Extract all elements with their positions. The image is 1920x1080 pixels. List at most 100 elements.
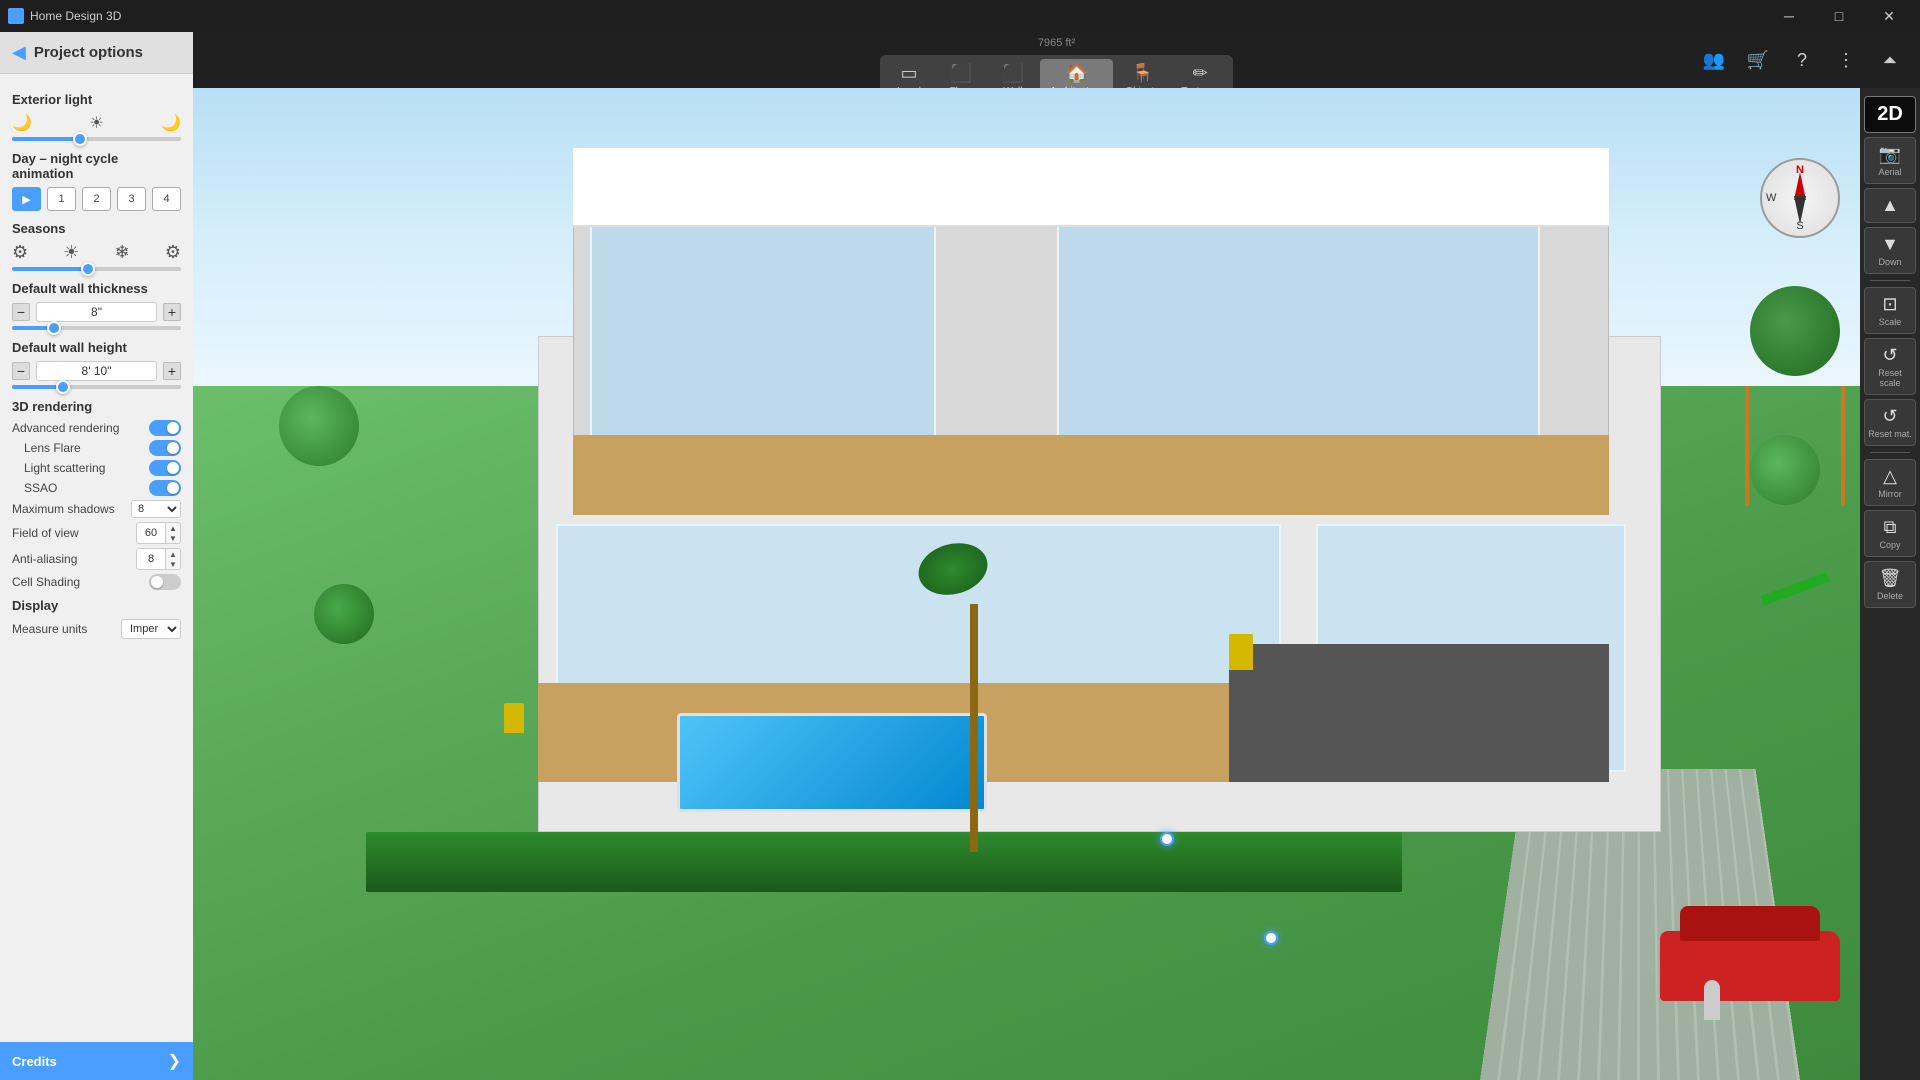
measure-units-select[interactable]: Imper Metric — [121, 619, 181, 639]
delete-icon: 🗑 — [1879, 568, 1902, 589]
car-roof — [1680, 906, 1820, 941]
wall-thickness-minus[interactable]: − — [12, 303, 30, 321]
cycle-btn-play[interactable]: ▶ — [12, 187, 41, 211]
2d-view-button[interactable]: 2D — [1864, 96, 1916, 133]
light-icons-row: 🌙 ☀ 🌙 — [12, 113, 181, 133]
right-tools-panel: 2D 📷 Aerial ▲ ▼ Down ⊡ Scale — [1860, 88, 1920, 1080]
moon-left-icon: 🌙 — [12, 113, 32, 133]
maximize-button[interactable]: □ — [1816, 0, 1862, 32]
credits-label: Credits — [12, 1054, 57, 1069]
credits-bar[interactable]: Credits ❯ — [0, 1042, 193, 1080]
cycle-btn-4[interactable]: 4 — [152, 187, 181, 211]
ssao-toggle[interactable] — [149, 480, 181, 496]
sidebar-content: Exterior light 🌙 ☀ 🌙 Day – night cycle a… — [0, 74, 193, 1042]
help-button[interactable]: ? — [1784, 42, 1820, 78]
advanced-rendering-toggle[interactable] — [149, 420, 181, 436]
glass-upper-left — [590, 217, 935, 455]
advanced-rendering-label: Advanced rendering — [12, 421, 119, 435]
cycle-btn-2[interactable]: 2 — [82, 187, 111, 211]
copy-button[interactable]: ⧉ Copy — [1864, 510, 1916, 557]
compass: N S W — [1760, 158, 1840, 238]
title-bar: Home Design 3D ─ □ ✕ — [0, 0, 1920, 32]
nav-dot-1[interactable] — [1160, 832, 1174, 846]
close-button[interactable]: ✕ — [1866, 0, 1912, 32]
lens-flare-toggle[interactable] — [149, 440, 181, 456]
wall-height-value: 8' 10" — [36, 361, 157, 381]
light-scattering-label: Light scattering — [24, 461, 105, 475]
nav-dot-2[interactable] — [1264, 931, 1278, 945]
exterior-light-label: Exterior light — [12, 92, 181, 107]
person-figure — [1704, 980, 1720, 1020]
title-bar-controls: ─ □ ✕ — [1766, 0, 1912, 32]
main-view: Multi-level garden 7965 ft² ▭ Level ⬛ Fl… — [193, 32, 1920, 1080]
fov-down[interactable]: ▼ — [166, 533, 180, 543]
garage-area — [1229, 644, 1609, 783]
viewport[interactable]: N S W 2D 📷 Aerial ▲ ▼ D — [193, 88, 1920, 1080]
wall-height-plus[interactable]: + — [163, 362, 181, 380]
objects-icon: 🪑 — [1131, 63, 1153, 84]
cycle-btn-1[interactable]: 1 — [47, 187, 76, 211]
camera-icon: 📷 — [1879, 144, 1901, 165]
credits-arrow-icon: ❯ — [168, 1051, 181, 1071]
advanced-rendering-row: Advanced rendering — [12, 420, 181, 436]
wall-thickness-slider[interactable] — [12, 326, 181, 330]
anti-aliasing-value: 8 — [137, 551, 165, 567]
deck-upper — [573, 435, 1609, 514]
cycle-btn-3[interactable]: 3 — [117, 187, 146, 211]
account-button[interactable]: ⏶ — [1872, 42, 1908, 78]
fov-up[interactable]: ▲ — [166, 523, 180, 533]
seasons-row: ⚙ ☀ ❄ ⚙ — [12, 242, 181, 263]
aa-down[interactable]: ▼ — [166, 559, 180, 569]
anti-aliasing-spinner: 8 ▲ ▼ — [136, 548, 181, 570]
back-button[interactable]: ◀ — [12, 42, 26, 63]
ssao-label: SSAO — [24, 481, 57, 495]
menu-button[interactable]: ⋮ — [1828, 42, 1864, 78]
people-button[interactable]: 👥 — [1696, 42, 1732, 78]
seasons-label: Seasons — [12, 221, 181, 236]
planter-left — [504, 703, 524, 733]
light-scattering-toggle[interactable] — [149, 460, 181, 476]
wall-thickness-plus[interactable]: + — [163, 303, 181, 321]
anti-aliasing-row: Anti-aliasing 8 ▲ ▼ — [12, 548, 181, 570]
tree-left-1 — [279, 386, 359, 466]
wall-thickness-row: − 8" + — [12, 302, 181, 322]
seasons-slider[interactable] — [12, 267, 181, 271]
aerial-button[interactable]: 📷 Aerial — [1864, 137, 1916, 184]
cart-button[interactable]: 🛒 — [1740, 42, 1776, 78]
app-logo — [8, 8, 24, 24]
hedge-row — [366, 832, 1402, 892]
scale-icon: ⊡ — [1882, 294, 1897, 315]
exterior-light-slider[interactable] — [12, 137, 181, 141]
tree-right-1 — [1750, 286, 1840, 376]
fov-label: Field of view — [12, 526, 79, 540]
moon-right-icon: 🌙 — [161, 113, 181, 133]
cell-shading-label: Cell Shading — [12, 575, 80, 589]
sun-icon: ☀ — [89, 113, 103, 133]
palm-trunk — [970, 604, 978, 852]
wall-height-slider[interactable] — [12, 385, 181, 389]
aa-up[interactable]: ▲ — [166, 549, 180, 559]
reset-mat-button[interactable]: ↺ Reset mat. — [1864, 399, 1916, 446]
delete-button[interactable]: 🗑 Delete — [1864, 561, 1916, 608]
max-shadows-select[interactable]: 8421 — [131, 500, 181, 518]
up-button[interactable]: ▲ — [1864, 188, 1916, 223]
minimize-button[interactable]: ─ — [1766, 0, 1812, 32]
project-size: 7965 ft² — [1038, 37, 1075, 49]
tree-left-2 — [314, 584, 374, 644]
wall-height-minus[interactable]: − — [12, 362, 30, 380]
wall-height-label: Default wall height — [12, 340, 181, 355]
fov-spinner: 60 ▲ ▼ — [136, 522, 181, 544]
pool — [677, 713, 988, 812]
anti-aliasing-label: Anti-aliasing — [12, 552, 77, 566]
planter-right — [1229, 634, 1253, 670]
wall-thickness-label: Default wall thickness — [12, 281, 181, 296]
toolbar-right: 👥 🛒 ? ⋮ ⏶ — [1233, 42, 1908, 78]
reset-scale-button[interactable]: ↺ Reset scale — [1864, 338, 1916, 395]
mirror-button[interactable]: △ Mirror — [1864, 459, 1916, 506]
cell-shading-toggle[interactable] — [149, 574, 181, 590]
season-icon-fall: ⚙ — [165, 242, 181, 263]
scale-button[interactable]: ⊡ Scale — [1864, 287, 1916, 334]
day-night-label: Day – night cycle animation — [12, 151, 181, 181]
divider-2 — [1870, 452, 1910, 453]
down-button[interactable]: ▼ Down — [1864, 227, 1916, 274]
